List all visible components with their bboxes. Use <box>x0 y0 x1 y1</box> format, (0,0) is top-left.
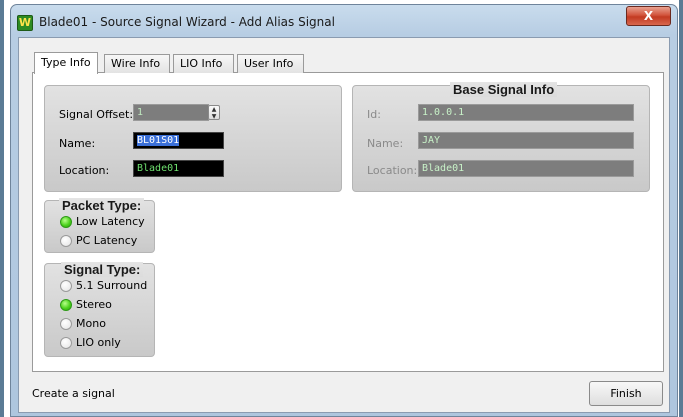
name-input[interactable]: BL01S01 <box>133 132 224 149</box>
tab-lio-info[interactable]: LIO Info <box>173 54 234 73</box>
right-edge <box>679 0 683 417</box>
left-edge <box>0 0 4 417</box>
radio-5-1-surround[interactable] <box>60 280 72 292</box>
tab-wire-info[interactable]: Wire Info <box>104 54 170 73</box>
close-icon: X <box>643 9 654 23</box>
mono-label[interactable]: Mono <box>76 317 106 330</box>
status-text: Create a signal <box>32 387 115 400</box>
surround-label[interactable]: 5.1 Surround <box>76 279 147 292</box>
base-id-field: 1.0.0.1 <box>418 104 634 121</box>
base-location-field: Blade01 <box>418 160 634 177</box>
radio-mono[interactable] <box>60 318 72 330</box>
radio-low-latency[interactable] <box>60 216 72 228</box>
radio-stereo[interactable] <box>60 299 72 311</box>
tab-user-info[interactable]: User Info <box>237 54 304 73</box>
packet-type-title: Packet Type: <box>59 198 145 213</box>
stereo-label[interactable]: Stereo <box>76 298 112 311</box>
signal-offset-stepper[interactable]: ▲ ▼ <box>208 105 220 120</box>
close-button[interactable]: X <box>626 6 671 26</box>
base-name-field: JAY <box>418 132 634 149</box>
lio-only-label[interactable]: LIO only <box>76 336 121 349</box>
pc-latency-label[interactable]: PC Latency <box>76 234 137 247</box>
name-label: Name: <box>59 137 96 150</box>
location-label: Location: <box>59 164 110 177</box>
low-latency-label[interactable]: Low Latency <box>76 215 145 228</box>
radio-lio-only[interactable] <box>60 337 72 349</box>
title-bar[interactable]: W Blade01 - Source Signal Wizard - Add A… <box>10 4 678 37</box>
location-input[interactable]: Blade01 <box>133 160 224 177</box>
base-id-label: Id: <box>367 108 381 121</box>
finish-button[interactable]: Finish <box>589 381 663 406</box>
base-signal-info-title: Base Signal Info <box>450 82 558 97</box>
signal-offset-label: Signal Offset: <box>59 108 134 121</box>
window-title: Blade01 - Source Signal Wizard - Add Ali… <box>39 15 335 29</box>
base-name-label: Name: <box>367 137 404 150</box>
signal-type-title: Signal Type: <box>61 262 144 277</box>
radio-pc-latency[interactable] <box>60 235 72 247</box>
signal-offset-field[interactable]: 1 <box>133 104 209 121</box>
tab-type-info[interactable]: Type Info <box>34 52 98 74</box>
base-location-label: Location: <box>367 164 418 177</box>
chevron-down-icon: ▼ <box>211 113 217 120</box>
app-icon: W <box>17 15 33 31</box>
